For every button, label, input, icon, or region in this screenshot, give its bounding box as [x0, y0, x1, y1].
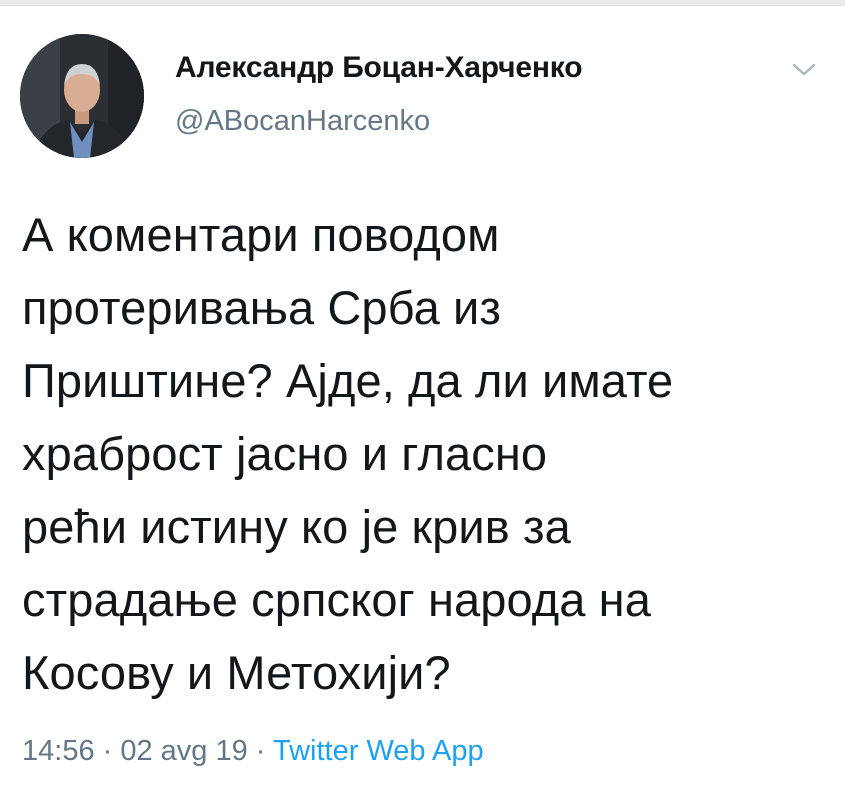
tweet-text: А коментари поводом протеривања Срба из …	[22, 198, 832, 709]
meta-separator: ·	[247, 735, 273, 767]
tweet-card: Александр Боцан-Харченко @ABocanHarcenko…	[0, 0, 845, 791]
tweet-meta: 14:56 · 02 avg 19 · Twitter Web App	[22, 733, 484, 769]
tweet-line: храброст јасно и гласно	[22, 427, 548, 480]
user-handle[interactable]: @ABocanHarcenko	[175, 104, 582, 138]
author-block[interactable]: Александр Боцан-Харченко @ABocanHarcenko	[175, 50, 583, 138]
tweet-line: А коментари поводом	[22, 208, 500, 261]
tweet-line: Приштине? Ајде, да ли имате	[22, 354, 674, 407]
tweet-source-link[interactable]: Twitter Web App	[273, 735, 484, 767]
tweet-line: страдање српског народа на	[22, 573, 651, 626]
tweet-line: рећи истину ко је крив за	[22, 500, 571, 553]
tweet-line: протеривања Срба из	[22, 281, 502, 334]
display-name[interactable]: Александр Боцан-Харченко	[175, 50, 583, 86]
tweet-time[interactable]: 14:56	[22, 735, 95, 767]
tweet-line: Косову и Метохији?	[22, 646, 451, 699]
avatar[interactable]	[20, 34, 144, 158]
tweet-date[interactable]: 02 avg 19	[120, 735, 247, 767]
chevron-down-icon[interactable]	[790, 60, 818, 80]
profile-photo	[20, 34, 144, 158]
meta-separator: ·	[94, 735, 121, 767]
top-divider	[0, 0, 845, 6]
